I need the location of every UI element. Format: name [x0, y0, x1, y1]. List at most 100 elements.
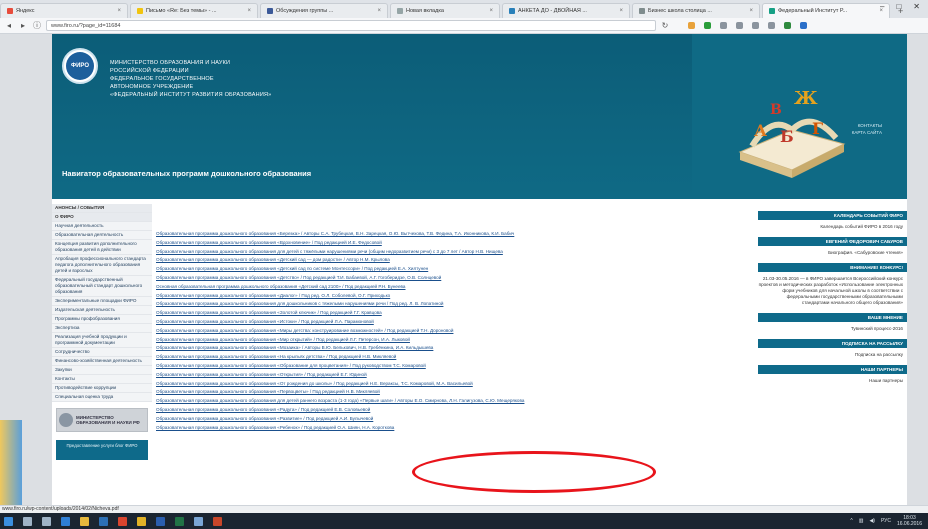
start-icon[interactable]: [4, 516, 13, 526]
program-link[interactable]: Образовательная программа дошкольного об…: [156, 336, 721, 345]
program-link[interactable]: Образовательная программа дошкольного об…: [156, 318, 721, 327]
forward-arrow-icon[interactable]: ▸: [18, 21, 28, 30]
browser-tab[interactable]: АНКЕТА ДО - ДВОЙНАЯ ... ×: [502, 3, 630, 18]
edge-icon[interactable]: [61, 516, 70, 526]
store-icon[interactable]: [99, 516, 108, 526]
sidebar-item[interactable]: Экспериментальные площадки ФИРО: [52, 297, 152, 306]
sidebar-block-title[interactable]: ПОДПИСКА НА РАССЫЛКУ: [758, 339, 907, 348]
browser-tab[interactable]: Обсуждения группы ... ×: [260, 3, 388, 18]
yandex-browser-icon[interactable]: [118, 516, 127, 526]
program-link[interactable]: Образовательная программа дошкольного об…: [156, 353, 721, 362]
sidebar-item[interactable]: Образовательная деятельность: [52, 231, 152, 240]
reload-icon[interactable]: ↻: [660, 21, 670, 30]
program-link[interactable]: Образовательная программа дошкольного об…: [156, 388, 721, 397]
sidebar-item[interactable]: Концепция развития дополнительного образ…: [52, 240, 152, 255]
sidebar-item[interactable]: АНОНСЫ / СОБЫТИЯ: [52, 204, 152, 213]
browser-tab[interactable]: Новая вкладка ×: [390, 3, 500, 18]
sidebar-item[interactable]: Реализация учебной продукции и программн…: [52, 333, 152, 348]
chrome-icon[interactable]: [137, 516, 146, 526]
maximize-button[interactable]: □: [896, 2, 901, 12]
sidebar-item[interactable]: Финансово-хозяйственная деятельность: [52, 357, 152, 366]
sidebar-block-title[interactable]: НАШИ ПАРТНЕРЫ: [758, 365, 907, 374]
program-link[interactable]: Образовательная программа дошкольного об…: [156, 265, 721, 274]
sidebar-block-title[interactable]: КАЛЕНДАРЬ СОБЫТИЙ ФИРО: [758, 211, 907, 220]
browser-tab[interactable]: Письмо «Re: Без темы» - ... ×: [130, 3, 258, 18]
tab-close-icon[interactable]: ×: [489, 8, 493, 14]
sidebar-block-text[interactable]: 21.03-30.05.2016 — в ФИРО завершается Вс…: [758, 272, 907, 306]
shield-icon[interactable]: [704, 22, 711, 29]
program-link[interactable]: Образовательная программа дошкольного об…: [156, 371, 721, 380]
extension-icon[interactable]: [784, 22, 791, 29]
language-indicator[interactable]: РУС: [881, 518, 891, 524]
program-link[interactable]: Образовательная программа дошкольного об…: [156, 256, 721, 265]
tab-close-icon[interactable]: ×: [619, 8, 623, 14]
volume-icon[interactable]: ◀): [869, 518, 875, 524]
sidebar-item[interactable]: Противодействие коррупции: [52, 384, 152, 393]
word-icon[interactable]: [156, 516, 165, 526]
program-link[interactable]: Образовательная программа дошкольного об…: [156, 274, 721, 283]
bookmark-list-icon[interactable]: [720, 22, 727, 29]
tab-close-icon[interactable]: ×: [247, 8, 251, 14]
sidebar-block-title[interactable]: ВНИМАНИЕ! КОНКУРС!: [758, 263, 907, 272]
menu-icon[interactable]: [800, 22, 807, 29]
sidebar-item[interactable]: Закупки: [52, 366, 152, 375]
sidebar-block-title[interactable]: ВАШЕ МНЕНИЕ: [758, 313, 907, 322]
program-link[interactable]: Образовательная программа дошкольного об…: [156, 230, 721, 239]
star-icon[interactable]: [736, 22, 743, 29]
sidebar-item[interactable]: Сотрудничество: [52, 348, 152, 357]
network-icon[interactable]: ▥: [859, 518, 864, 524]
program-link[interactable]: Образовательная программа дошкольного об…: [156, 327, 721, 336]
sidebar-block-text[interactable]: Календарь событий ФИРО в 2016 году: [758, 220, 907, 230]
yandex-icon[interactable]: [688, 22, 695, 29]
close-window-button[interactable]: ✕: [913, 2, 920, 12]
sidebar-item[interactable]: Контакты: [52, 375, 152, 384]
sidebar-item[interactable]: Научная деятельность: [52, 222, 152, 231]
blog-banner[interactable]: Предоставление услуги блог ФИРО: [56, 440, 148, 460]
program-link[interactable]: Образовательная программа дошкольного об…: [156, 344, 721, 353]
program-link[interactable]: Образовательная программа дошкольного об…: [156, 292, 721, 301]
clock[interactable]: 18:03 16.06.2016: [897, 515, 922, 527]
tab-close-icon[interactable]: ×: [749, 8, 753, 14]
sidebar-block-text[interactable]: Подписка на рассылку: [758, 348, 907, 358]
tab-close-icon[interactable]: ×: [117, 8, 121, 14]
download-icon[interactable]: [752, 22, 759, 29]
sidebar-item[interactable]: Федеральный государственный образователь…: [52, 276, 152, 297]
program-link[interactable]: Образовательная программа дошкольного об…: [156, 239, 721, 248]
sidebar-item[interactable]: О ФИРО: [52, 213, 152, 222]
browser-tab[interactable]: Федеральный Институт Р... ×: [762, 3, 890, 18]
program-link[interactable]: Образовательная программа дошкольного об…: [156, 248, 721, 257]
ministry-banner[interactable]: МИНИСТЕРСТВО ОБРАЗОВАНИЯ И НАУКИ РФ: [56, 408, 148, 432]
search-icon[interactable]: [23, 516, 32, 526]
excel-icon[interactable]: [175, 516, 184, 526]
minimize-button[interactable]: –: [880, 2, 884, 12]
home-icon[interactable]: [768, 22, 775, 29]
url-field[interactable]: www.firo.ru/?page_id=11684: [46, 20, 656, 31]
sidebar-item[interactable]: Специальная оценка труда: [52, 393, 152, 402]
program-link[interactable]: Образовательная программа дошкольного об…: [156, 380, 721, 389]
program-link[interactable]: Образовательная программа дошкольного об…: [156, 424, 721, 433]
program-link[interactable]: Основная образовательная программа дошко…: [156, 283, 721, 292]
sidebar-block-text[interactable]: Биография. «Сабуровские чтения»: [758, 246, 907, 256]
task-view-icon[interactable]: [42, 516, 51, 526]
explorer-icon[interactable]: [80, 516, 89, 526]
sidebar-block-text[interactable]: Тувинский процесс-2016: [758, 322, 907, 332]
sidebar-item[interactable]: Апробация профессионального стандарта пе…: [52, 255, 152, 276]
program-link[interactable]: Образовательная программа дошкольного об…: [156, 309, 721, 318]
tab-close-icon[interactable]: ×: [377, 8, 381, 14]
browser-tab[interactable]: Яндекс ×: [0, 3, 128, 18]
info-icon[interactable]: ⓘ: [32, 20, 42, 31]
photos-icon[interactable]: [194, 516, 203, 526]
sidebar-block-text[interactable]: Наши партнеры: [758, 374, 907, 384]
sidebar-item[interactable]: Издательская деятельность: [52, 306, 152, 315]
program-link[interactable]: Образовательная программа дошкольного об…: [156, 362, 721, 371]
browser-tab[interactable]: Бизнес школа столица ... ×: [632, 3, 760, 18]
program-link[interactable]: Образовательная программа дошкольного об…: [156, 406, 721, 415]
program-link[interactable]: Образовательная программа дошкольного об…: [156, 300, 721, 309]
sidebar-item[interactable]: Экспертиза: [52, 324, 152, 333]
firo-logo[interactable]: ФИРО: [62, 48, 98, 84]
powerpoint-icon[interactable]: [213, 516, 222, 526]
sidebar-item[interactable]: Программы профобразования: [52, 315, 152, 324]
program-link[interactable]: Образовательная программа дошкольного об…: [156, 415, 721, 424]
back-arrow-icon[interactable]: ◂: [4, 21, 14, 30]
chevron-up-icon[interactable]: ^: [850, 518, 852, 524]
